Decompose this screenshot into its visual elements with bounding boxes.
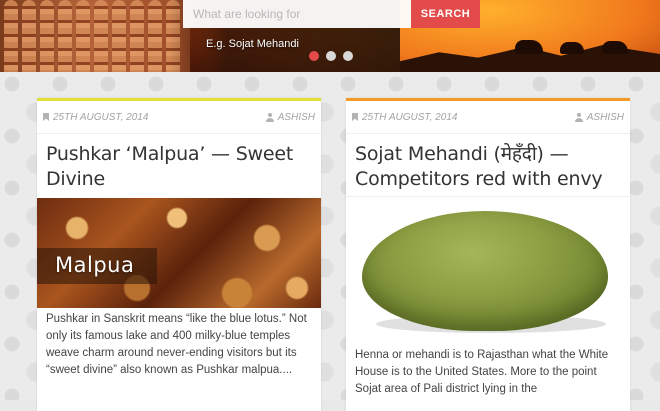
post-meta: 25TH AUGUST, 2014 ASHISH	[37, 101, 321, 134]
search-example-text: E.g. Sojat Mehandi	[206, 38, 299, 50]
hawa-mahal-image	[0, 0, 190, 72]
post-card-sojat-mehandi: 25TH AUGUST, 2014 ASHISH Sojat Mehandi (…	[346, 98, 630, 411]
post-excerpt: Pushkar in Sanskrit means “like the blue…	[46, 313, 307, 376]
post-author[interactable]: ASHISH	[278, 112, 315, 123]
post-card-malpua: 25TH AUGUST, 2014 ASHISH Pushkar ‘Malpua…	[37, 98, 321, 411]
bookmark-icon	[43, 113, 49, 121]
post-author[interactable]: ASHISH	[587, 112, 624, 123]
slider-dot-1[interactable]	[309, 51, 319, 61]
post-title[interactable]: Pushkar ‘Malpua’ — Sweet Divine	[37, 134, 321, 198]
image-caption: Malpua	[55, 253, 135, 277]
camel-silhouette	[602, 41, 628, 54]
slider-dots	[309, 51, 353, 61]
user-icon	[574, 112, 583, 122]
henna-powder-image[interactable]	[346, 197, 630, 341]
post-excerpt: Henna or mehandi is to Rajasthan what th…	[355, 349, 609, 395]
hero-banner: SEARCH E.g. Sojat Mehandi	[0, 0, 660, 72]
slider-dot-3[interactable]	[343, 51, 353, 61]
search-input[interactable]	[183, 0, 411, 28]
henna-powder-mound	[362, 211, 608, 331]
camel-silhouette	[515, 40, 543, 54]
user-icon	[265, 112, 274, 122]
post-title[interactable]: Sojat Mehandi (मेहँदी) — Competitors red…	[346, 134, 630, 197]
camel-silhouette	[560, 42, 584, 54]
post-date: 25TH AUGUST, 2014	[362, 111, 458, 123]
post-meta: 25TH AUGUST, 2014 ASHISH	[346, 101, 630, 134]
malpua-image[interactable]: Malpua	[37, 198, 321, 308]
search-bar: SEARCH	[183, 0, 480, 28]
bookmark-icon	[352, 113, 358, 121]
post-date: 25TH AUGUST, 2014	[53, 111, 149, 123]
slider-dot-2[interactable]	[326, 51, 336, 61]
search-button[interactable]: SEARCH	[411, 0, 480, 28]
